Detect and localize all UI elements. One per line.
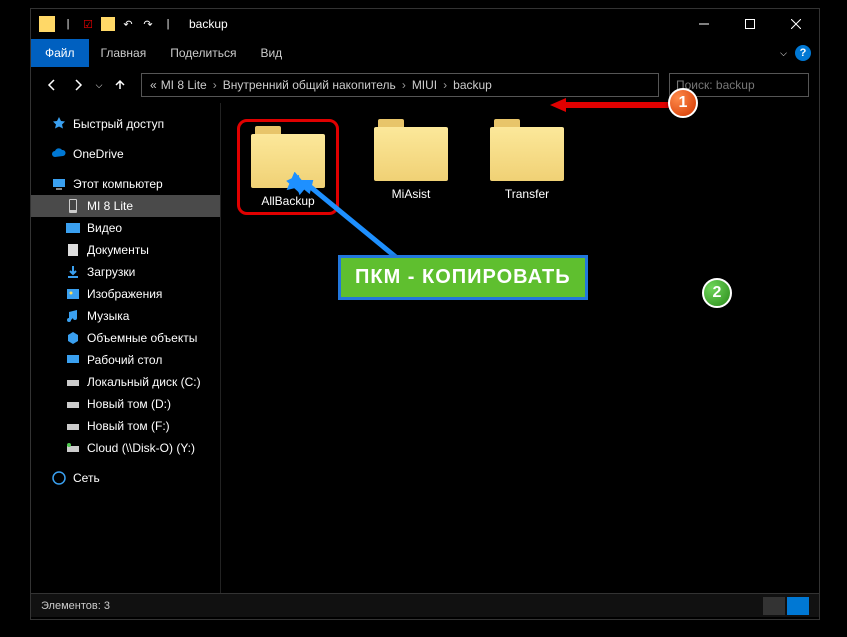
callout-badge-2: 2	[702, 278, 732, 308]
sidebar-onedrive[interactable]: OneDrive	[31, 143, 220, 165]
undo-icon[interactable]: ↶	[121, 17, 135, 31]
file-list[interactable]: AllBackup MiAsist Transfer	[221, 103, 819, 593]
drive-icon	[65, 396, 81, 412]
pc-icon	[51, 176, 67, 192]
sidebar-disk-f[interactable]: Новый том (F:)	[31, 415, 220, 437]
chevron-right-icon[interactable]: ›	[439, 78, 451, 92]
titlebar[interactable]: | ☑ ↶ ↷ | backup	[31, 9, 819, 39]
video-icon	[65, 220, 81, 236]
breadcrumb-root[interactable]: MI 8 Lite	[159, 78, 209, 92]
sidebar-video[interactable]: Видео	[31, 217, 220, 239]
downloads-icon	[65, 264, 81, 280]
folder-icon	[101, 17, 115, 31]
quick-access-toolbar: | ☑ ↶ ↷ | backup	[31, 16, 228, 32]
sidebar-quick-access[interactable]: Быстрый доступ	[31, 113, 220, 135]
maximize-button[interactable]	[727, 9, 773, 39]
callout-arrow-2-head	[284, 172, 306, 194]
forward-button[interactable]	[67, 74, 89, 96]
music-icon	[65, 308, 81, 324]
file-tab[interactable]: Файл	[31, 39, 89, 67]
qat-separator: |	[61, 17, 75, 31]
explorer-window: | ☑ ↶ ↷ | backup Файл Главная Поделиться…	[30, 8, 820, 620]
ribbon: Файл Главная Поделиться Вид ⌵ ?	[31, 39, 819, 67]
sidebar-network[interactable]: Сеть	[31, 467, 220, 489]
details-view-button[interactable]	[763, 597, 785, 615]
body: Быстрый доступ OneDrive Этот компьютер M…	[31, 103, 819, 593]
documents-icon	[65, 242, 81, 258]
window-buttons	[681, 9, 819, 39]
window-title: backup	[189, 17, 228, 31]
sidebar-this-pc[interactable]: Этот компьютер	[31, 173, 220, 195]
minimize-button[interactable]	[681, 9, 727, 39]
folder-icon	[374, 119, 448, 181]
help-icon[interactable]: ?	[795, 45, 811, 61]
callout-arrow-1	[550, 98, 670, 112]
recent-dropdown[interactable]: ⌵	[93, 74, 105, 96]
back-button[interactable]	[41, 74, 63, 96]
callout-tooltip: ПКМ - КОПИРОВАТЬ	[338, 255, 588, 300]
folder-transfer[interactable]: Transfer	[483, 119, 571, 201]
folder-icon	[490, 119, 564, 181]
sidebar-disk-cloud[interactable]: Cloud (\\Disk-O) (Y:)	[31, 437, 220, 459]
address-bar[interactable]: « MI 8 Lite › Внутренний общий накопител…	[141, 73, 659, 97]
folder-label: Transfer	[505, 187, 549, 201]
cube-icon	[65, 330, 81, 346]
sidebar-3d-objects[interactable]: Объемные объекты	[31, 327, 220, 349]
view-tab[interactable]: Вид	[248, 39, 294, 67]
chevron-right-icon[interactable]: ›	[398, 78, 410, 92]
chevron-right-icon[interactable]: ›	[209, 78, 221, 92]
breadcrumb-internal[interactable]: Внутренний общий накопитель	[221, 78, 398, 92]
breadcrumb-miui[interactable]: MIUI	[410, 78, 439, 92]
drive-icon	[65, 374, 81, 390]
properties-icon[interactable]: ☑	[81, 17, 95, 31]
breadcrumb-prefix: «	[148, 78, 159, 92]
icons-view-button[interactable]	[787, 597, 809, 615]
close-button[interactable]	[773, 9, 819, 39]
sidebar-desktop[interactable]: Рабочий стол	[31, 349, 220, 371]
share-tab[interactable]: Поделиться	[158, 39, 248, 67]
sidebar-disk-d[interactable]: Новый том (D:)	[31, 393, 220, 415]
sidebar-documents[interactable]: Документы	[31, 239, 220, 261]
breadcrumb-backup[interactable]: backup	[451, 78, 494, 92]
star-icon	[51, 116, 67, 132]
navigation-pane[interactable]: Быстрый доступ OneDrive Этот компьютер M…	[31, 103, 221, 593]
item-count: Элементов: 3	[41, 600, 110, 612]
network-icon	[51, 470, 67, 486]
desktop-icon	[65, 352, 81, 368]
pictures-icon	[65, 286, 81, 302]
sidebar-disk-c[interactable]: Локальный диск (C:)	[31, 371, 220, 393]
sidebar-downloads[interactable]: Загрузки	[31, 261, 220, 283]
up-button[interactable]	[109, 74, 131, 96]
expand-ribbon-icon[interactable]: ⌵	[780, 48, 787, 59]
status-bar: Элементов: 3	[31, 593, 819, 617]
phone-icon	[65, 198, 81, 214]
home-tab[interactable]: Главная	[89, 39, 159, 67]
folder-icon	[39, 16, 55, 32]
network-drive-icon	[65, 440, 81, 456]
cloud-icon	[51, 146, 67, 162]
sidebar-music[interactable]: Музыка	[31, 305, 220, 327]
callout-badge-1: 1	[668, 88, 698, 118]
sidebar-mi8[interactable]: MI 8 Lite	[31, 195, 220, 217]
drive-icon	[65, 418, 81, 434]
sidebar-pictures[interactable]: Изображения	[31, 283, 220, 305]
navigation-bar: ⌵ « MI 8 Lite › Внутренний общий накопит…	[31, 67, 819, 103]
redo-icon[interactable]: ↷	[141, 17, 155, 31]
qat-separator: |	[161, 17, 175, 31]
